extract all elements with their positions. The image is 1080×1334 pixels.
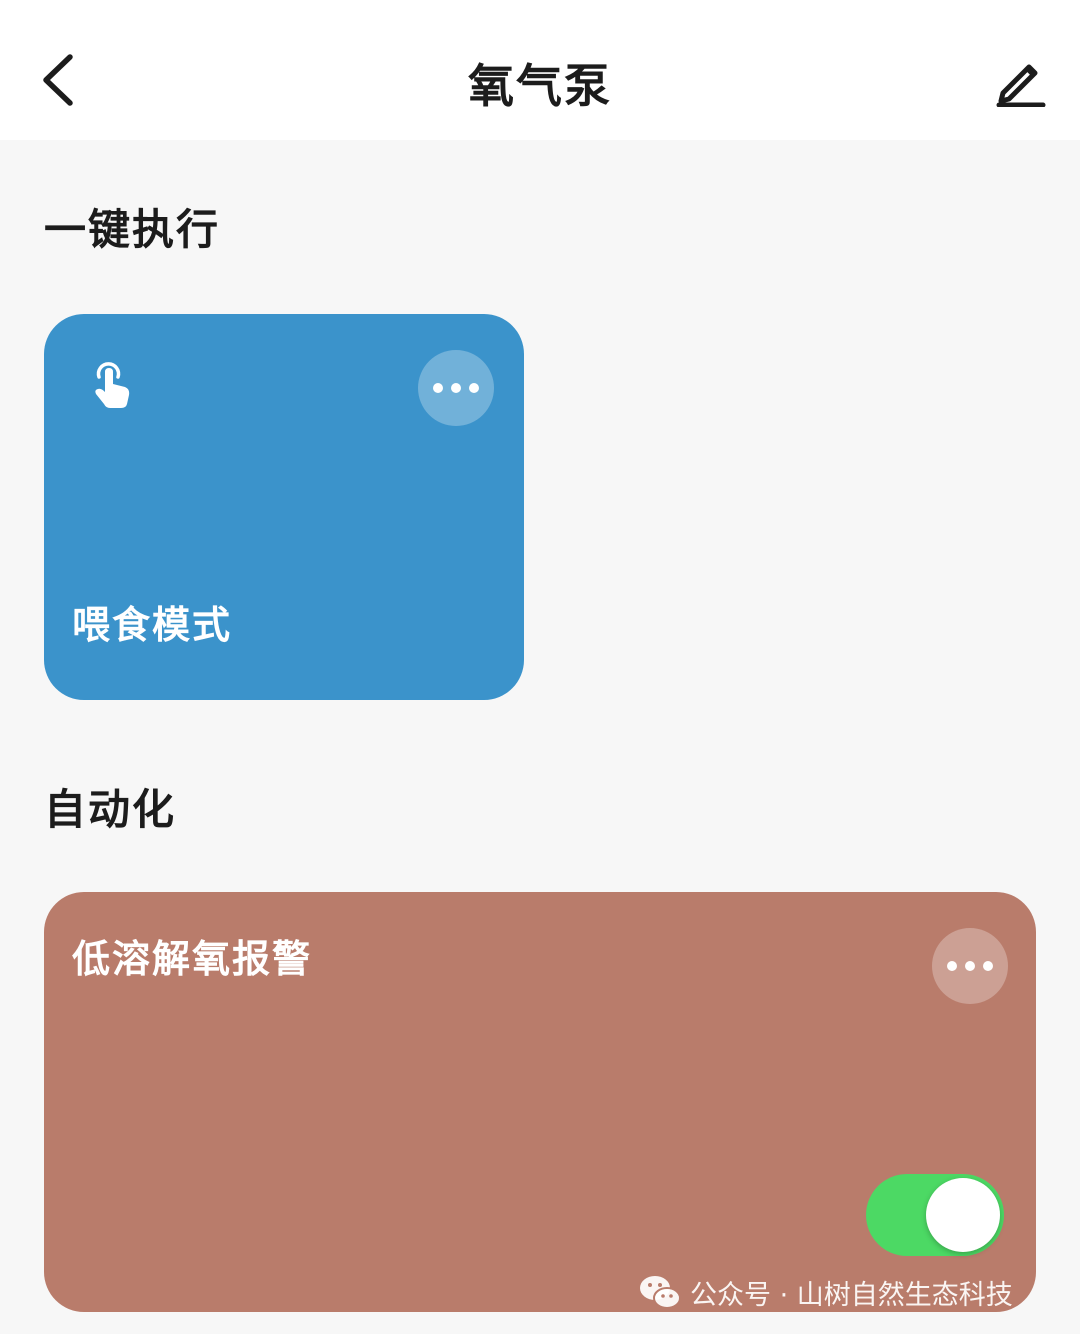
- section-title-one-click: 一键执行: [44, 205, 221, 254]
- more-options-button[interactable]: [932, 928, 1008, 1004]
- toggle-knob: [926, 1178, 1000, 1252]
- automation-card-low-do-alarm[interactable]: 低溶解氧报警: [44, 892, 1036, 1312]
- automation-toggle[interactable]: [866, 1174, 1004, 1256]
- section-title-automation: 自动化: [44, 785, 177, 834]
- pencil-icon: [996, 64, 1046, 107]
- edit-button[interactable]: [986, 46, 1056, 116]
- tap-hand-icon: [95, 362, 130, 408]
- more-options-button[interactable]: [418, 350, 494, 426]
- top-bar: 氧气泵: [0, 0, 1080, 140]
- watermark-text: 公众号 · 山树自然生态科技: [690, 1279, 1013, 1311]
- automation-card-label: 低溶解氧报警: [72, 937, 313, 981]
- scene-card-label: 喂食模式: [72, 603, 233, 647]
- scene-card-feeding-mode[interactable]: 喂食模式: [44, 314, 524, 700]
- watermark: 公众号 · 山树自然生态科技: [638, 1270, 1013, 1314]
- wechat-icon: [640, 1276, 681, 1309]
- page-title: 氧气泵: [468, 59, 612, 113]
- more-icon: [947, 961, 957, 971]
- more-icon: [433, 383, 443, 393]
